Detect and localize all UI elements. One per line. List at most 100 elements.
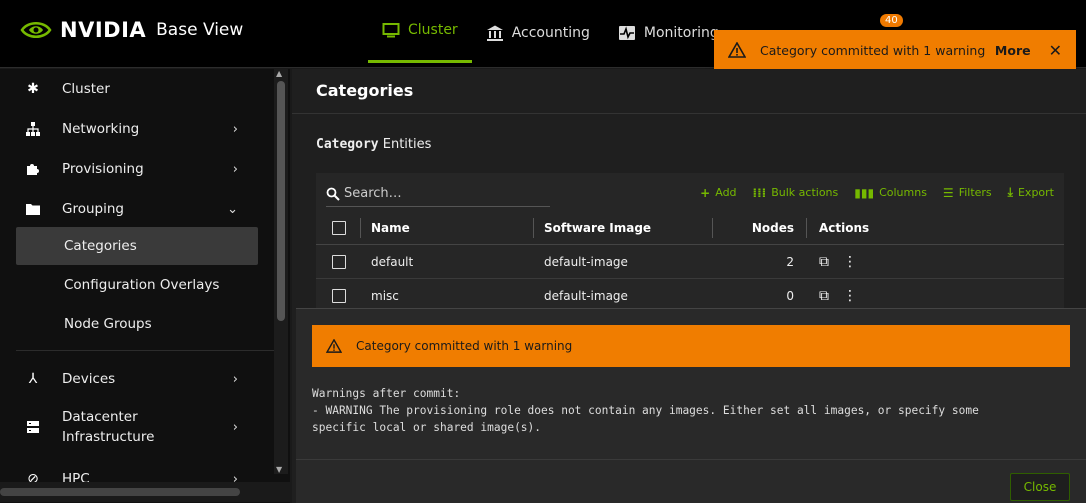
- sidebar: ✱ Cluster Networking › Provisioning › Gr…: [0, 69, 290, 503]
- tab-cluster-label: Cluster: [408, 22, 458, 38]
- table-row[interactable]: default default-image 2 ⧉ ⋮: [316, 246, 1064, 279]
- warning-toast: Category committed with 1 warning More ✕: [714, 30, 1076, 70]
- monitor-icon: [382, 23, 400, 38]
- horizontal-scroll-thumb[interactable]: [0, 488, 240, 496]
- puzzle-icon: [24, 160, 42, 178]
- cell-nodes: 2: [786, 255, 794, 269]
- tab-accounting-label: Accounting: [511, 25, 590, 41]
- tab-accounting[interactable]: Accounting: [472, 0, 604, 66]
- warning-banner-text: Category committed with 1 warning: [356, 339, 573, 353]
- entity-title-rest: Entities: [378, 137, 432, 152]
- cell-name: misc: [371, 289, 399, 303]
- bulk-actions-button[interactable]: ⁞⁞⁞ Bulk actions: [753, 185, 839, 200]
- sidebar-item-provisioning[interactable]: Provisioning ›: [0, 149, 270, 189]
- cell-nodes: 0: [786, 289, 794, 303]
- search-placeholder: Search…: [344, 186, 402, 201]
- cell-name: default: [371, 255, 414, 269]
- search-input[interactable]: Search…: [326, 181, 550, 207]
- sidebar-subitem-label: Node Groups: [64, 316, 152, 332]
- sidebar-item-label: Grouping: [62, 201, 124, 217]
- sidebar-horizontal-scrollbar[interactable]: [0, 482, 290, 502]
- tab-cluster[interactable]: Cluster: [368, 0, 472, 63]
- toast-message: Category committed with 1 warning: [760, 42, 986, 58]
- cell-actions: ⧉ ⋮: [807, 288, 927, 304]
- chevron-right-icon: ›: [232, 371, 238, 387]
- close-button[interactable]: Close: [1010, 473, 1070, 501]
- entity-title-bold: Category: [316, 137, 379, 152]
- page-title: Categories: [316, 81, 414, 100]
- columns-icon: ▮▮▮: [854, 185, 875, 200]
- scroll-down-icon[interactable]: ▼: [276, 465, 282, 474]
- sidebar-subitem-node-groups[interactable]: Node Groups: [16, 305, 258, 343]
- column-header-software-image[interactable]: Software Image: [534, 221, 712, 235]
- cell-software-image: default-image: [544, 289, 628, 303]
- add-button[interactable]: + Add: [700, 185, 736, 200]
- devices-icon: ⅄: [28, 371, 38, 387]
- server-icon: [24, 418, 42, 436]
- sidebar-item-label-line1: Datacenter: [62, 409, 138, 425]
- chevron-down-icon: ⌄: [227, 201, 238, 217]
- sidebar-item-grouping[interactable]: Grouping ⌄: [0, 189, 270, 229]
- plus-icon: +: [700, 185, 711, 200]
- bulk-label: Bulk actions: [771, 186, 839, 199]
- filters-button[interactable]: ☰ Filters: [943, 185, 992, 200]
- sidebar-item-datacenter-infrastructure[interactable]: Datacenter Infrastructure ›: [0, 403, 270, 451]
- sidebar-item-label: Networking: [62, 121, 140, 137]
- sidebar-item-label-line2: Infrastructure: [62, 429, 155, 445]
- column-header-nodes[interactable]: Nodes: [713, 221, 806, 235]
- toast-more-button[interactable]: More: [995, 43, 1031, 58]
- pulse-icon: [618, 26, 635, 40]
- notification-badge[interactable]: 40: [880, 14, 903, 27]
- brand-name: NVIDIA: [60, 18, 147, 42]
- add-label: Add: [715, 186, 737, 199]
- sidebar-item-label: Provisioning: [62, 161, 144, 177]
- cell-actions: ⧉ ⋮: [807, 254, 927, 270]
- sidebar-item-networking[interactable]: Networking ›: [0, 109, 270, 149]
- open-external-icon[interactable]: ⧉: [819, 288, 829, 304]
- sidebar-divider: [16, 350, 274, 351]
- nvidia-eye-icon: [20, 22, 52, 38]
- sidebar-subitem-label: Configuration Overlays: [64, 277, 220, 293]
- open-external-icon[interactable]: ⧉: [819, 254, 829, 270]
- export-button[interactable]: ⤓ Export: [1008, 185, 1054, 200]
- sidebar-item-devices[interactable]: ⅄ Devices ›: [0, 359, 270, 399]
- sidebar-scrollbar[interactable]: ▲ ▼: [274, 69, 288, 474]
- grid-dots-icon: ⁞⁞⁞: [752, 185, 767, 200]
- more-vertical-icon[interactable]: ⋮: [843, 288, 857, 304]
- sidebar-subitem-categories[interactable]: Categories: [16, 227, 258, 265]
- sidebar-scroll-thumb[interactable]: [277, 81, 285, 321]
- sidebar-item-cluster[interactable]: ✱ Cluster: [0, 69, 270, 109]
- columns-button[interactable]: ▮▮▮ Columns: [854, 185, 927, 200]
- sidebar-subitem-configuration-overlays[interactable]: Configuration Overlays: [16, 266, 258, 304]
- warning-icon: [728, 42, 746, 58]
- folder-icon: [24, 200, 42, 218]
- column-header-actions: Actions: [819, 220, 870, 235]
- row-checkbox[interactable]: [332, 289, 346, 303]
- warning-icon: [326, 339, 342, 353]
- row-checkbox[interactable]: [332, 255, 346, 269]
- download-icon: ⤓: [1007, 185, 1013, 199]
- commit-warning-panel: Category committed with 1 warning Warnin…: [296, 308, 1086, 503]
- title-divider: [292, 113, 1086, 114]
- more-vertical-icon[interactable]: ⋮: [843, 254, 857, 270]
- export-label: Export: [1017, 186, 1054, 199]
- nvidia-logo[interactable]: NVIDIA Base View: [20, 18, 243, 42]
- product-name: Base View: [156, 20, 244, 40]
- scroll-up-icon[interactable]: ▲: [276, 69, 282, 78]
- chevron-right-icon: ›: [232, 161, 238, 177]
- select-all-checkbox[interactable]: [332, 220, 346, 235]
- cell-software-image: default-image: [544, 255, 628, 269]
- tab-monitoring-label: Monitoring: [643, 25, 719, 41]
- sidebar-subitem-label: Categories: [64, 238, 137, 254]
- chevron-right-icon: ›: [232, 419, 238, 435]
- sidebar-item-label: Datacenter Infrastructure: [62, 407, 233, 447]
- toast-close-icon[interactable]: ✕: [1049, 41, 1062, 60]
- chevron-right-icon: ›: [232, 121, 238, 137]
- column-header-name[interactable]: Name: [361, 221, 533, 235]
- table-header: Name Software Image Nodes Actions: [316, 211, 1064, 245]
- warning-banner: Category committed with 1 warning: [312, 325, 1070, 367]
- entity-title: Category Entities: [316, 137, 431, 152]
- sidebar-item-label: Devices: [62, 371, 116, 387]
- top-nav: Cluster Accounting Monitoring: [368, 0, 733, 68]
- filters-label: Filters: [958, 186, 992, 199]
